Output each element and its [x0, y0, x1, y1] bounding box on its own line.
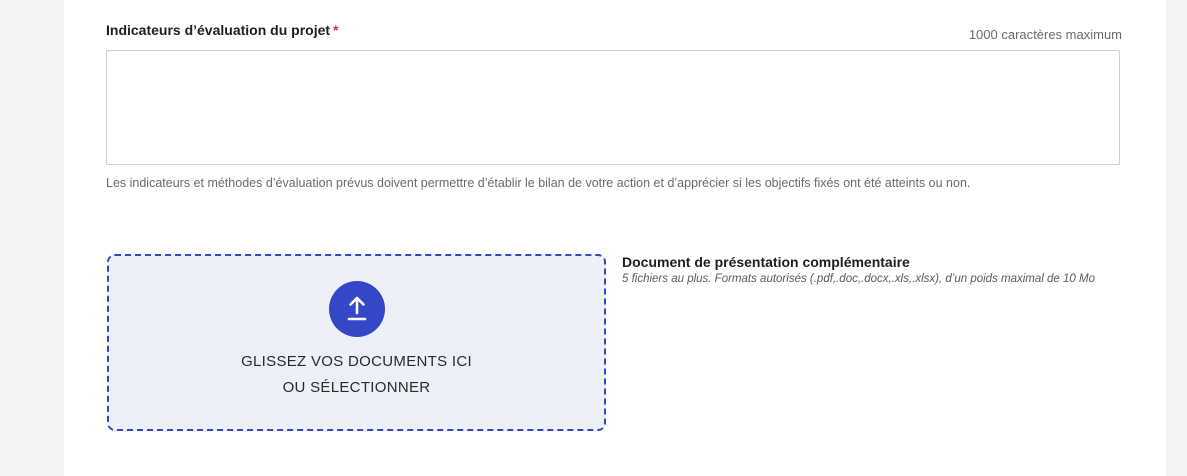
char-limit-hint: 1000 caractères maximum — [968, 27, 1122, 42]
dropzone-line-1: GLISSEZ VOS DOCUMENTS ICI — [241, 353, 472, 370]
upload-description: 5 fichiers au plus. Formats autorisés (.… — [622, 273, 1095, 285]
upload-icon-circle — [329, 281, 385, 337]
upload-title: Document de présentation complémentaire — [622, 254, 910, 270]
file-dropzone[interactable]: GLISSEZ VOS DOCUMENTS ICI OU SÉLECTIONNE… — [107, 254, 606, 431]
required-marker: * — [333, 22, 339, 38]
form-panel: Indicateurs d’évaluation du projet * 1000… — [64, 0, 1166, 476]
upload-arrow-icon — [347, 296, 367, 321]
field-label: Indicateurs d’évaluation du projet * — [106, 22, 339, 38]
dropzone-select-link[interactable]: OU SÉLECTIONNER — [109, 375, 604, 401]
field-header: Indicateurs d’évaluation du projet * 1000… — [106, 22, 1122, 42]
dropzone-instructions: GLISSEZ VOS DOCUMENTS ICI OU SÉLECTIONNE… — [109, 349, 604, 401]
field-help-text: Les indicateurs et méthodes d’évaluation… — [106, 176, 971, 190]
field-label-text: Indicateurs d’évaluation du projet — [106, 22, 331, 38]
upload-info: Document de présentation complémentaire … — [622, 254, 1122, 286]
evaluation-indicators-textarea[interactable] — [106, 50, 1120, 165]
